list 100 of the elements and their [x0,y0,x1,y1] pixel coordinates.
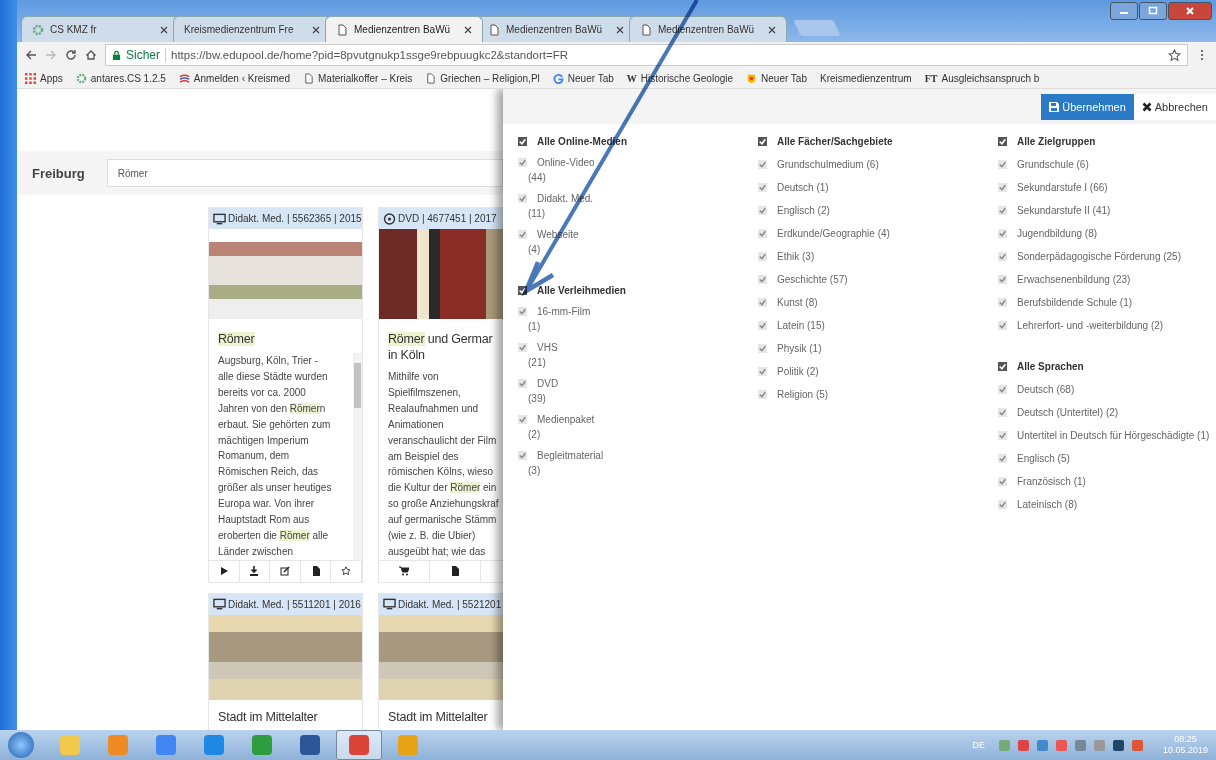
card-title[interactable]: Römer [209,319,362,353]
bookmark[interactable]: FT Ausgleichsanspruch b [924,72,1040,84]
filter-checkbox[interactable]: Deutsch (1) [758,180,998,195]
search-field[interactable]: Römer [106,159,503,187]
bookmark[interactable]: Apps [25,72,63,84]
close-icon[interactable] [312,25,320,34]
bookmark[interactable]: Kreismedienzentrum [820,72,912,84]
checkmark-icon [998,454,1007,463]
filter-checkbox[interactable]: Begleitmaterial (3) [518,448,758,478]
scrollbar[interactable] [353,353,362,560]
bookmark[interactable]: Griechen – Religion,Pl [425,72,540,84]
filter-checkbox[interactable]: Erdkunde/Geographie (4) [758,226,998,241]
filter-checkbox[interactable]: Kunst (8) [758,295,998,310]
maximize-button[interactable] [1139,2,1167,20]
reload-icon[interactable] [65,49,77,61]
close-icon[interactable] [616,25,624,34]
close-button[interactable] [1168,2,1212,20]
filter-group-checkbox[interactable]: Alle Sprachen [998,359,1216,374]
filter-checkbox[interactable]: Lateinisch (8) [998,497,1216,512]
filter-checkbox[interactable]: Jugendbildung (8) [998,226,1216,241]
close-icon[interactable] [160,25,168,34]
filter-group-checkbox[interactable]: Alle Verleihmedien [518,283,758,298]
filter-checkbox[interactable]: Latein (15) [758,318,998,333]
home-icon[interactable] [85,49,97,61]
security-label: Sicher [126,48,160,62]
filter-checkbox[interactable]: Geschichte (57) [758,272,998,287]
checkmark-icon [998,500,1007,509]
filter-checkbox[interactable]: Medienpaket (2) [518,412,758,442]
date: 10.05.2019 [1162,745,1208,756]
bookmark[interactable]: antares.CS 1.2.5 [75,72,166,84]
back-icon[interactable] [25,49,37,61]
bookmark[interactable]: Neuer Tab [746,72,807,84]
cancel-button[interactable]: Abbrechen [1133,93,1216,120]
download-icon[interactable] [249,566,260,577]
checkmark-icon [998,229,1007,238]
filter-checkbox[interactable]: Grundschule (6) [998,157,1216,172]
filter-checkbox[interactable]: Deutsch (Untertitel) (2) [998,405,1216,420]
card-title[interactable]: Stadt im Mittelalter [379,699,503,730]
filter-checkbox[interactable]: Französisch (1) [998,474,1216,489]
media-info-text: Didakt. Med. | 5511201 | 2016 [228,598,361,610]
file-icon[interactable] [310,566,321,577]
minimize-button[interactable] [1110,2,1138,20]
time: 08:25 [1174,734,1197,745]
bookmark[interactable]: Anmelden ‹ Kreismed [178,72,290,84]
address-bar[interactable]: Sicher https://bw.edupool.de/home?pid=8pvutgnukp1ssge9rebpuugkc2&standort=FR [105,44,1188,66]
close-icon[interactable] [464,25,472,34]
checkmark-icon [518,379,527,388]
tray-icon[interactable] [1112,739,1124,751]
filter-checkbox[interactable]: Religion (5) [758,387,998,402]
filter-checkbox[interactable]: Physik (1) [758,341,998,356]
gear-icon [32,23,44,36]
card-title[interactable]: Stadt im Mittelalter [209,699,362,730]
page-icon [303,72,314,84]
checkmark-icon [758,206,767,215]
filter-group-checkbox[interactable]: Alle Fächer/Sachgebiete [758,134,998,149]
filter-group-checkbox[interactable]: Alle Zielgruppen [998,134,1216,149]
filter-checkbox[interactable]: Sekundarstufe II (41) [998,203,1216,218]
filter-checkbox[interactable]: DVD (39) [518,376,758,406]
browser-tab[interactable]: Medienzentren BaWü [325,16,483,42]
filter-checkbox[interactable]: Berufsbildende Schule (1) [998,295,1216,310]
tab-title: Medienzentren BaWü [506,24,604,35]
page-icon [640,23,652,36]
checkmark-icon [758,298,767,307]
checkmark-icon [518,451,527,460]
star-icon[interactable] [1168,48,1181,62]
close-icon [1141,101,1152,112]
play-icon[interactable] [218,566,229,577]
apply-button[interactable]: Übernehmen [1041,93,1134,120]
checkmark-icon [998,252,1007,261]
start-button[interactable] [8,732,34,758]
filter-checkbox[interactable]: Englisch (5) [998,451,1216,466]
filter-checkbox[interactable]: Politik (2) [758,364,998,379]
monitor-icon [213,212,226,225]
cart-icon[interactable] [399,566,409,577]
checkmark-icon [998,408,1007,417]
checkmark-icon [998,137,1007,146]
filter-checkbox[interactable]: Lehrerfort- und -weiterbildung (2) [998,318,1216,333]
filter-checkbox[interactable]: Englisch (2) [758,203,998,218]
filter-checkbox[interactable]: Untertitel in Deutsch für Hörgeschädigte (1) [998,428,1216,443]
close-icon[interactable] [768,25,776,34]
card-title[interactable]: Römer und Germar in Köln [379,319,503,369]
file-icon[interactable] [450,566,460,577]
edit-icon[interactable] [280,566,290,577]
filter-checkbox[interactable]: Erwachsenenbildung (23) [998,272,1216,287]
checkmark-icon [518,194,527,203]
bookmark[interactable]: Neuer Tab [552,72,614,84]
checkmark-icon [758,229,767,238]
star-icon[interactable] [341,566,352,577]
filter-checkbox[interactable]: VHS (21) [518,340,758,370]
filter-checkbox[interactable]: Sonderpädagogische Förderung (25) [998,249,1216,264]
taskbar-app[interactable] [336,730,382,760]
filter-checkbox[interactable]: 16-mm-Film (1) [518,304,758,334]
filter-checkbox[interactable]: Online-Video (44) [518,155,758,185]
bookmark[interactable]: Materialkoffer – Kreis [303,72,413,84]
filter-checkbox[interactable]: Deutsch (68) [998,382,1216,397]
shield-icon [746,72,758,84]
filter-checkbox[interactable]: Ethik (3) [758,249,998,264]
filter-checkbox[interactable]: Grundschulmedium (6) [758,157,998,172]
checkmark-icon [758,344,767,353]
filter-checkbox[interactable]: Sekundarstufe I (66) [998,180,1216,195]
